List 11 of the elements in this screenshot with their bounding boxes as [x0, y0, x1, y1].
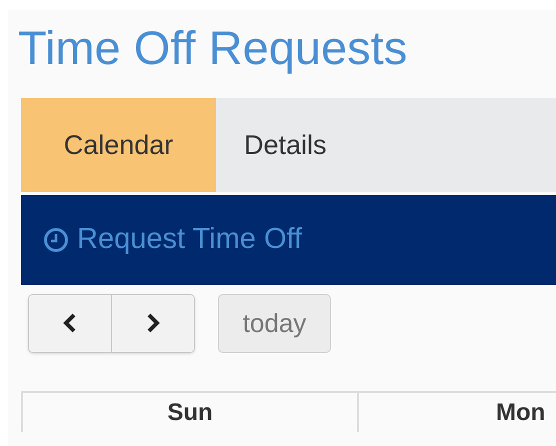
chevron-right-icon	[145, 313, 161, 333]
tab[interactable]: Details	[216, 98, 355, 192]
tab[interactable]: Calendar	[21, 98, 216, 192]
clock-icon	[43, 227, 69, 253]
next-button[interactable]	[112, 294, 194, 352]
previous-button[interactable]	[29, 294, 112, 352]
column-header: Mon	[495, 398, 546, 428]
today-button[interactable]: today	[218, 294, 331, 352]
request-time-off-link[interactable]: Request Time Off	[43, 218, 302, 262]
column-header: Sun	[23, 393, 359, 432]
chevron-left-icon	[62, 313, 78, 333]
